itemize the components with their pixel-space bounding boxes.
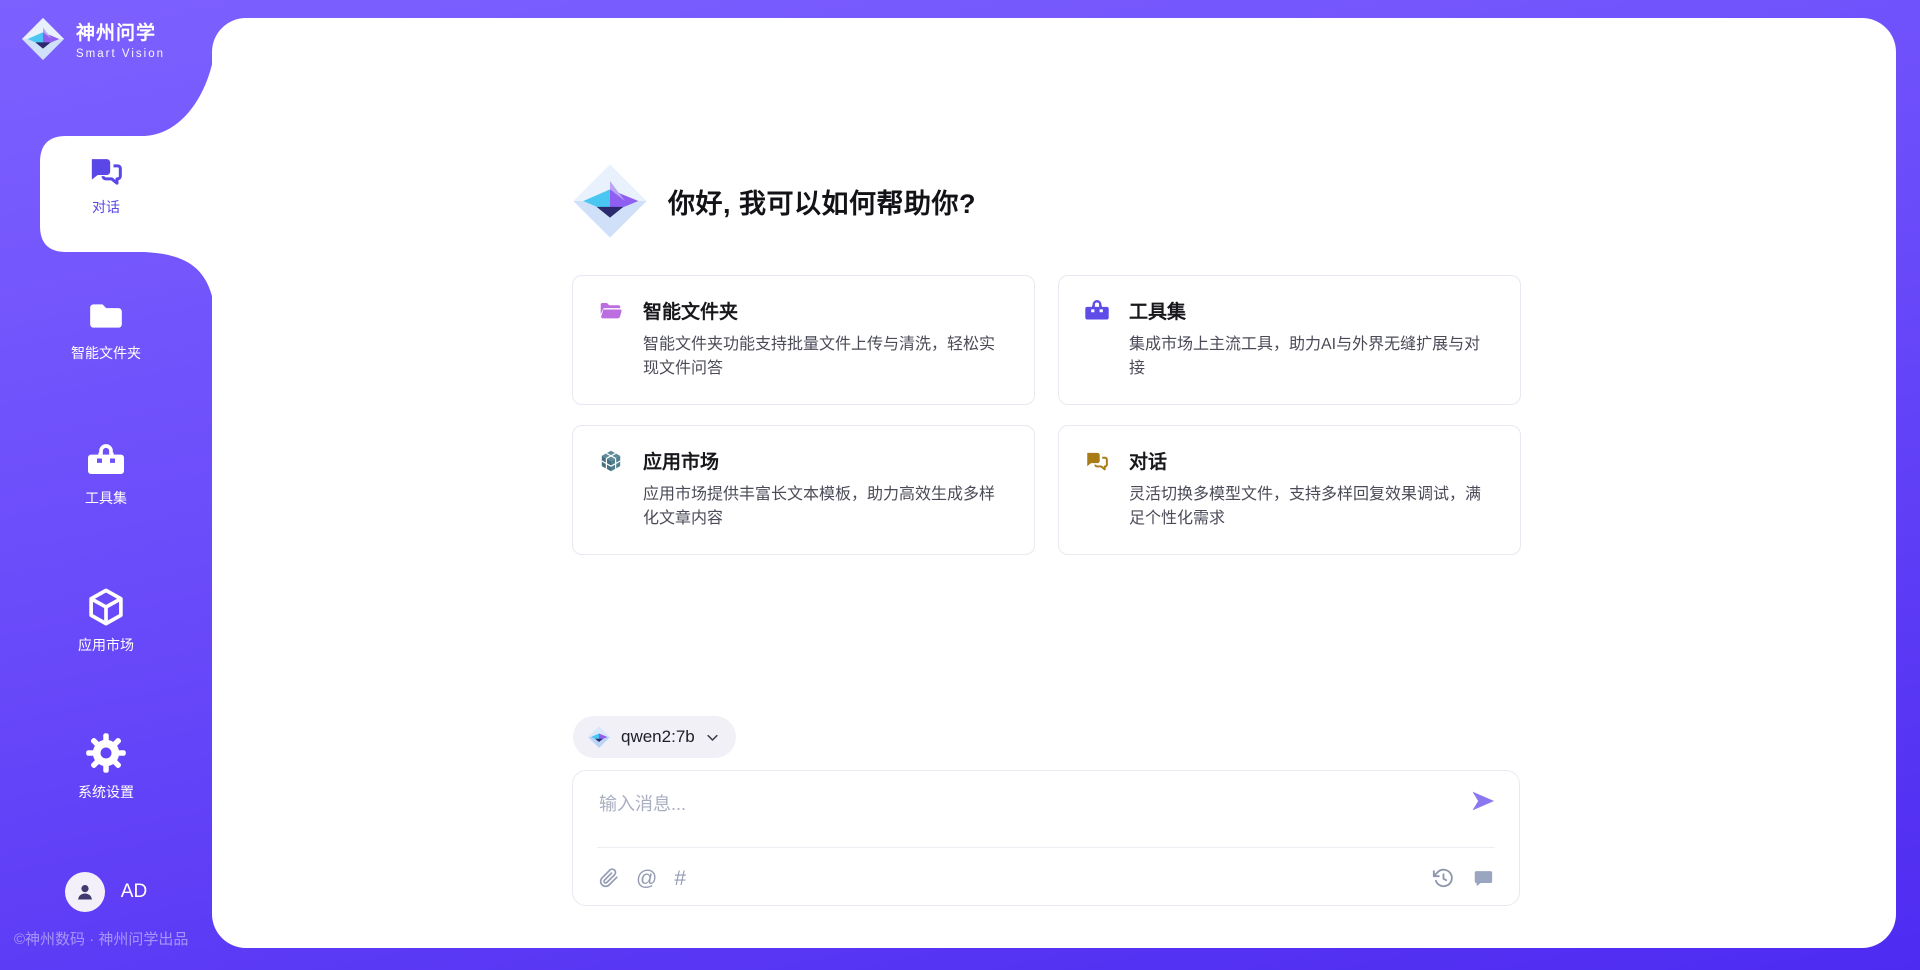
brand-diamond-icon xyxy=(20,16,66,62)
message-composer: @ # xyxy=(572,770,1520,906)
person-icon xyxy=(73,880,97,904)
sidebar-item-label: 应用市场 xyxy=(0,635,212,655)
card-toolset[interactable]: 工具集 集成市场上主流工具，助力AI与外界无缝扩展与对接 xyxy=(1058,275,1521,405)
folder-open-icon xyxy=(598,298,624,324)
greeting-block: 你好, 我可以如何帮助你? xyxy=(570,161,976,241)
sidebar-item-label: 系统设置 xyxy=(0,782,212,802)
sidebar-item-label: 对话 xyxy=(0,197,212,217)
copyright-footer: ©神州数码 · 神州问学出品 xyxy=(14,928,188,949)
sidebar-item-label: 工具集 xyxy=(0,488,212,508)
user-profile[interactable]: AD xyxy=(0,872,212,912)
card-app-market[interactable]: 应用市场 应用市场提供丰富长文本模板，助力高效生成多样化文章内容 xyxy=(572,425,1035,555)
card-description: 集成市场上主流工具，助力AI与外界无缝扩展与对接 xyxy=(1129,333,1495,381)
card-description: 应用市场提供丰富长文本模板，助力高效生成多样化文章内容 xyxy=(643,483,1009,531)
sidebar-item-app-market[interactable]: 应用市场 xyxy=(0,586,212,655)
history-button[interactable] xyxy=(1432,867,1454,889)
model-diamond-icon xyxy=(587,725,611,749)
sidebar-item-toolset[interactable]: 工具集 xyxy=(0,441,212,508)
card-title: 工具集 xyxy=(1129,297,1186,324)
brand-logo-block: 神州问学 Smart Vision xyxy=(20,16,165,62)
brand-name: 神州问学 xyxy=(76,18,165,45)
chat-bubble-button[interactable] xyxy=(1471,867,1495,889)
message-input[interactable] xyxy=(573,771,1519,837)
history-icon xyxy=(1432,867,1454,889)
chat-icon xyxy=(86,150,126,190)
card-title: 对话 xyxy=(1129,447,1167,474)
sidebar-item-smart-folder[interactable]: 智能文件夹 xyxy=(0,296,212,363)
sidebar-item-chat[interactable]: 对话 xyxy=(0,150,212,217)
chat-icon xyxy=(1084,448,1110,474)
cube-grid-icon xyxy=(598,448,624,474)
card-description: 灵活切换多模型文件，支持多样回复效果调试，满足个性化需求 xyxy=(1129,483,1495,531)
sidebar-item-settings[interactable]: 系统设置 xyxy=(0,731,212,802)
composer-toolbar: @ # xyxy=(599,855,1495,901)
send-button[interactable] xyxy=(1469,787,1497,815)
user-name: AD xyxy=(121,881,147,903)
card-title: 应用市场 xyxy=(643,447,719,474)
cube-icon xyxy=(85,586,127,628)
toolbox-icon xyxy=(85,441,127,481)
greeting-text: 你好, 我可以如何帮助你? xyxy=(668,182,976,221)
main-panel: 你好, 我可以如何帮助你? 智能文件夹 智能文件夹功能支持批量文件上传与清洗，轻… xyxy=(212,18,1896,948)
sidebar: 神州问学 Smart Vision 对话 智能文件夹 工具集 xyxy=(0,0,212,970)
paperclip-icon xyxy=(599,867,619,889)
folder-icon xyxy=(85,296,127,336)
model-name: qwen2:7b xyxy=(621,727,695,747)
composer-divider xyxy=(597,847,1495,848)
hashtag-icon[interactable]: # xyxy=(674,868,686,889)
toolbox-icon xyxy=(1084,298,1110,324)
brand-subtitle: Smart Vision xyxy=(76,48,165,60)
card-description: 智能文件夹功能支持批量文件上传与清洗，轻松实现文件问答 xyxy=(643,333,1009,381)
mention-icon[interactable]: @ xyxy=(636,868,657,889)
card-chat[interactable]: 对话 灵活切换多模型文件，支持多样回复效果调试，满足个性化需求 xyxy=(1058,425,1521,555)
model-selector[interactable]: qwen2:7b xyxy=(573,716,736,758)
sidebar-item-label: 智能文件夹 xyxy=(0,343,212,363)
feature-cards: 智能文件夹 智能文件夹功能支持批量文件上传与清洗，轻松实现文件问答 工具集 集成… xyxy=(572,275,1521,555)
chevron-down-icon xyxy=(705,730,720,745)
chat-bubble-icon xyxy=(1471,867,1495,889)
card-title: 智能文件夹 xyxy=(643,297,738,324)
send-icon xyxy=(1469,787,1497,815)
gear-icon xyxy=(84,731,128,775)
greeting-diamond-icon xyxy=(570,161,650,241)
avatar xyxy=(65,872,105,912)
attach-file-button[interactable] xyxy=(599,867,619,889)
card-smart-folder[interactable]: 智能文件夹 智能文件夹功能支持批量文件上传与清洗，轻松实现文件问答 xyxy=(572,275,1035,405)
